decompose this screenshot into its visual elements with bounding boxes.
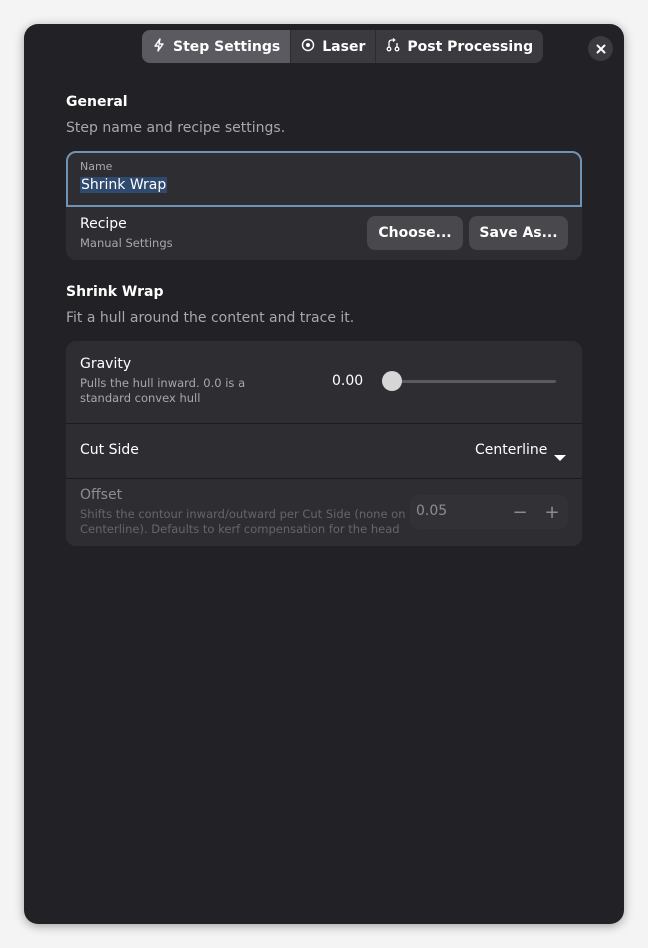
divider: [66, 478, 582, 479]
shrink-wrap-card: Gravity Pulls the hull inward. 0.0 is a …: [66, 341, 582, 546]
general-subtitle: Step name and recipe settings.: [66, 120, 286, 136]
choose-button[interactable]: Choose...: [367, 216, 463, 250]
dropdown-arrow-icon: [554, 447, 566, 466]
gravity-slider-handle[interactable]: [382, 371, 402, 391]
step-settings-dialog: Step Settings Laser Post Processing Gene…: [24, 24, 624, 924]
name-field[interactable]: Name Shrink Wrap: [66, 151, 582, 207]
shrink-wrap-title: Shrink Wrap: [66, 284, 164, 300]
close-icon: [596, 39, 606, 58]
offset-title: Offset: [80, 487, 123, 503]
cut-side-title: Cut Side: [80, 442, 139, 458]
minus-icon: −: [512, 501, 528, 523]
gravity-value: 0.00: [332, 373, 364, 389]
gravity-description-line-1: Pulls the hull inward. 0.0 is a: [80, 376, 246, 390]
offset-description-line-2: Centerline). Defaults to kerf compensati…: [80, 522, 400, 536]
name-input-value[interactable]: Shrink Wrap: [80, 177, 168, 193]
recipe-title: Recipe: [80, 216, 127, 232]
view-switcher: Step Settings Laser Post Processing: [142, 30, 544, 63]
gravity-description-line-2: standard convex hull: [80, 391, 201, 405]
tab-label: Post Processing: [407, 38, 534, 55]
plus-icon: +: [544, 501, 560, 523]
general-title: General: [66, 94, 128, 110]
tab-step-settings[interactable]: Step Settings: [142, 30, 292, 63]
tab-laser[interactable]: Laser: [291, 30, 377, 63]
save-as-button[interactable]: Save As...: [469, 216, 568, 250]
offset-spinbutton[interactable]: 0.05 − +: [410, 495, 568, 529]
name-label: Name: [80, 160, 113, 173]
post-processing-icon: [386, 37, 400, 56]
divider: [66, 423, 582, 424]
shrink-wrap-subtitle: Fit a hull around the content and trace …: [66, 310, 355, 326]
cut-side-dropdown[interactable]: Centerline: [466, 435, 572, 465]
offset-input-value[interactable]: 0.05: [416, 503, 447, 519]
decrement-button[interactable]: −: [504, 495, 536, 529]
tab-post-processing[interactable]: Post Processing: [376, 30, 543, 63]
cut-side-value: Centerline: [475, 442, 548, 458]
general-card: Name Shrink Wrap Recipe Manual Settings …: [66, 151, 582, 260]
recipe-value: Manual Settings: [80, 236, 173, 250]
tab-label: Step Settings: [173, 38, 281, 55]
laser-icon: [301, 38, 315, 56]
gravity-title: Gravity: [80, 356, 132, 372]
gravity-slider-track[interactable]: [382, 380, 556, 383]
increment-button[interactable]: +: [536, 495, 568, 529]
offset-description-line-1: Shifts the contour inward/outward per Cu…: [80, 507, 406, 521]
close-button[interactable]: [588, 36, 613, 61]
tab-label: Laser: [322, 38, 366, 55]
lightning-icon: [152, 37, 166, 56]
